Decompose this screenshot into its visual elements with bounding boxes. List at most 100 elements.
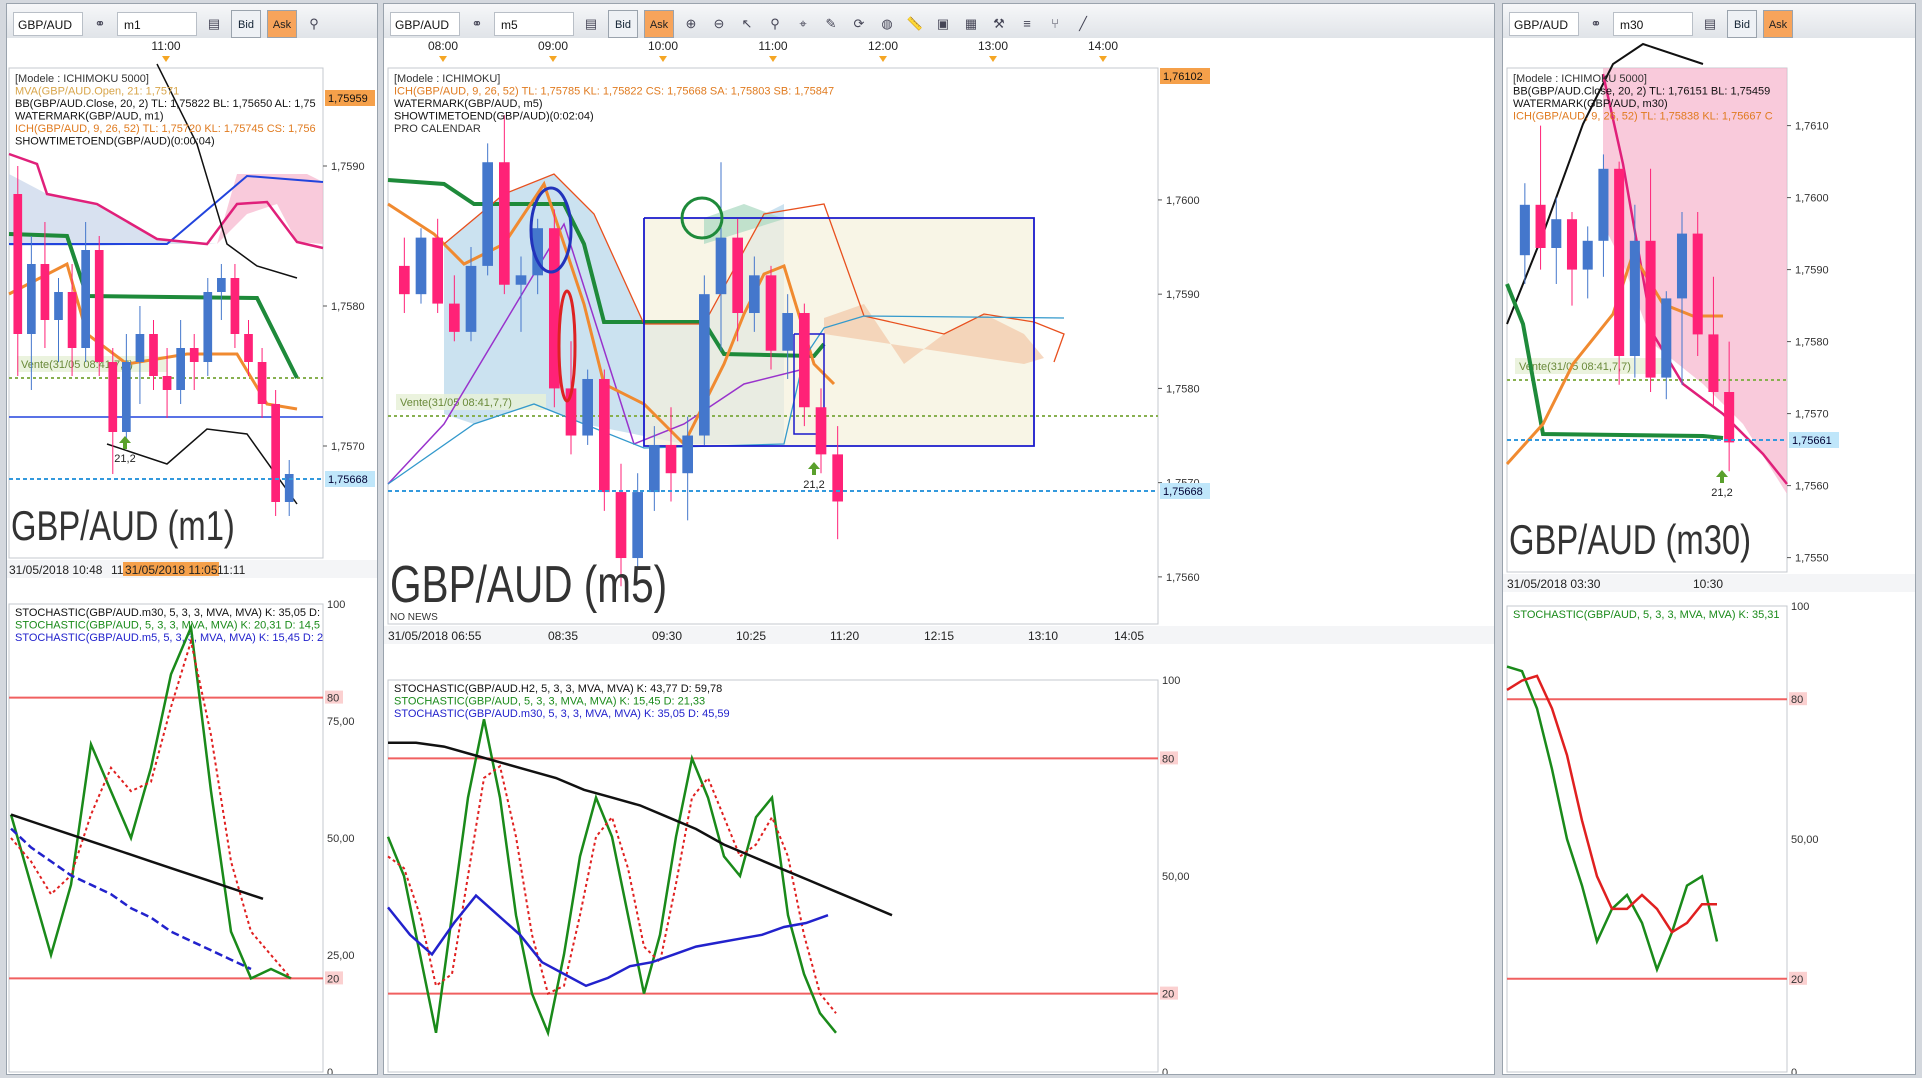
last-price-value: 1,75668 <box>1163 486 1203 498</box>
candle-body <box>203 292 213 362</box>
candle-body <box>649 444 660 493</box>
candle-body <box>615 492 627 559</box>
indicator-legend: BB(GBP/AUD.Close, 20, 2) TL: 1,76151 BL:… <box>1513 86 1770 98</box>
candle-body <box>81 250 90 348</box>
time-top-label: 08:00 <box>428 39 458 53</box>
time-axis-top <box>1503 38 1915 54</box>
candle-body <box>1519 204 1530 256</box>
candle-body <box>1598 168 1609 241</box>
candle-body <box>217 278 226 292</box>
time-marker-icon <box>989 56 997 62</box>
date-label: 31/05/2018 06:55 <box>388 629 482 643</box>
indicator-legend: ICH(GBP/AUD, 9, 26, 52) TL: 1,75720 KL: … <box>15 123 316 135</box>
candle-body <box>799 313 810 408</box>
time-top-label: 11:00 <box>758 39 787 53</box>
candle-body <box>1692 233 1703 335</box>
arrow-value: 21,2 <box>1711 487 1732 499</box>
stoch-tick-label: 20 <box>1162 989 1174 1001</box>
price-tick-label: 1,7560 <box>1795 481 1829 493</box>
stoch-tick-label: 0 <box>1162 1067 1168 1075</box>
time-top-label: 14:00 <box>1088 39 1118 53</box>
stoch-legend: STOCHASTIC(GBP/AUD.m30, 5, 3, 3, MVA, MV… <box>394 708 730 720</box>
chart-window-m1[interactable]: GBP/AUD ⚭ m1 ▤ Bid Ask ⚲ 11:00 1,7590 1,75… <box>6 3 378 1075</box>
date-label: 09:30 <box>652 629 682 643</box>
price-tick-label: 1,7560 <box>1166 572 1200 584</box>
candle-body <box>1551 219 1562 248</box>
chart-m30[interactable]: 1,7610 1,7600 1,7590 1,7580 1,7570 1,7560 1,75… <box>1503 4 1916 1075</box>
chart-m1[interactable]: 11:001,75901,75801,7570Vente(31/05 08:41… <box>7 4 378 1075</box>
stoch-tick-label: 20 <box>1791 974 1803 986</box>
stoch-legend: STOCHASTIC(GBP/AUD.m30, 5, 3, 3, MVA, MV… <box>15 607 320 619</box>
no-news-label: NO NEWS <box>390 612 438 623</box>
candle-body <box>699 294 710 436</box>
stoch-legend: STOCHASTIC(GBP/AUD.m5, 5, 3, 3, MVA, MVA… <box>15 632 323 644</box>
candle-body <box>1535 204 1546 248</box>
stoch-legend: STOCHASTIC(GBP/AUD, 5, 3, 3, MVA, MVA) K… <box>1513 609 1780 621</box>
time-marker-icon <box>769 56 777 62</box>
date-label: 31/05/2018 03:30 <box>1507 577 1601 591</box>
candle-body <box>815 407 827 455</box>
stoch-tick-label: 20 <box>327 973 339 985</box>
candle-body <box>40 264 50 320</box>
stoch-tick-label: 100 <box>1791 601 1809 613</box>
stochastic-area <box>8 603 324 1073</box>
candle-body <box>765 275 777 351</box>
indicator-legend: WATERMARK(GBP/AUD, m5) <box>394 98 543 110</box>
candle-body <box>149 334 158 376</box>
candle-body <box>244 334 253 362</box>
price-tick-label: 1,7590 <box>1795 265 1829 277</box>
time-top-label: 10:00 <box>648 39 678 53</box>
stoch-tick-label: 80 <box>327 693 339 705</box>
indicator-legend: [Modele : ICHIMOKU] <box>394 73 500 85</box>
time-top-label: 11:00 <box>151 39 180 53</box>
price-tick-label: 1,7610 <box>1795 121 1829 133</box>
candle-body <box>632 492 643 559</box>
price-tick-label: 1,7570 <box>1795 409 1829 421</box>
candle-body <box>54 292 63 320</box>
candle-body <box>176 348 185 390</box>
candle-body <box>465 265 477 332</box>
price-tick-label: 1,7580 <box>331 301 365 313</box>
time-top-label: 13:00 <box>978 39 1008 53</box>
time-top-label: 09:00 <box>538 39 568 53</box>
candle-body <box>1724 392 1735 443</box>
chart-m5[interactable]: 08:00 09:00 10:00 11:00 12:00 13:00 14:00 1,760… <box>384 4 1495 1075</box>
date-label: 31/05/2018 11:05 <box>125 563 218 577</box>
candle-body <box>1614 168 1625 356</box>
candle-body <box>665 444 677 474</box>
candle-body <box>271 404 280 502</box>
stoch-tick-label: 75,00 <box>327 716 355 728</box>
stoch-legend: STOCHASTIC(GBP/AUD, 5, 3, 3, MVA, MVA) K… <box>394 696 705 708</box>
price-tick-label: 1,7580 <box>1166 383 1200 395</box>
candle-body <box>1676 233 1688 299</box>
watermark: GBP/AUD (m5) <box>390 555 667 613</box>
candle-body <box>108 362 118 432</box>
stoch-legend: STOCHASTIC(GBP/AUD.H2, 5, 3, 3, MVA, MVA… <box>394 683 722 695</box>
candle-body <box>749 275 760 314</box>
time-marker-icon <box>439 56 447 62</box>
date-label: 12:15 <box>924 629 954 643</box>
candle-body <box>732 237 743 314</box>
candle-body <box>1661 298 1672 378</box>
candle-body <box>1629 240 1640 356</box>
date-label: 10:25 <box>736 629 766 643</box>
chart-window-m5[interactable]: GBP/AUD ⚭ m5 ▤ Bid Ask ⊕ ⊖ ↖ ⚲ ⌖ ✎ ⟳ ◍ 📏… <box>383 3 1495 1075</box>
indicator-legend: PRO CALENDAR <box>394 123 481 135</box>
price-tick-label: 1,7570 <box>331 441 365 453</box>
indicator-legend: SHOWTIMETOEND(GBP/AUD)(0:00:04) <box>15 136 215 148</box>
stoch-tick-label: 100 <box>1162 675 1180 687</box>
last-price-value: 1,75661 <box>1792 435 1832 447</box>
indicator-legend: WATERMARK(GBP/AUD, m30) <box>1513 98 1668 110</box>
chart-window-m30[interactable]: GBP/AUD ⚭ m30 ▤ Bid Ask 1,7610 1,7600 1,75… <box>1502 3 1916 1075</box>
stoch-tick-label: 80 <box>1791 694 1803 706</box>
stochastic-area <box>1506 605 1788 1073</box>
indicator-legend: ICH(GBP/AUD, 9, 26, 52) TL: 1,75785 KL: … <box>394 86 834 98</box>
candle-body <box>515 275 527 285</box>
candle-body <box>599 378 610 493</box>
date-label: 10:30 <box>1693 577 1723 591</box>
candle-body <box>682 435 693 474</box>
date-label: 14:05 <box>1114 629 1144 643</box>
date-label: 11 <box>111 563 124 577</box>
indicator-legend: SHOWTIMETOEND(GBP/AUD)(0:02:04) <box>394 111 594 123</box>
price-tick-label: 1,7600 <box>1795 193 1829 205</box>
